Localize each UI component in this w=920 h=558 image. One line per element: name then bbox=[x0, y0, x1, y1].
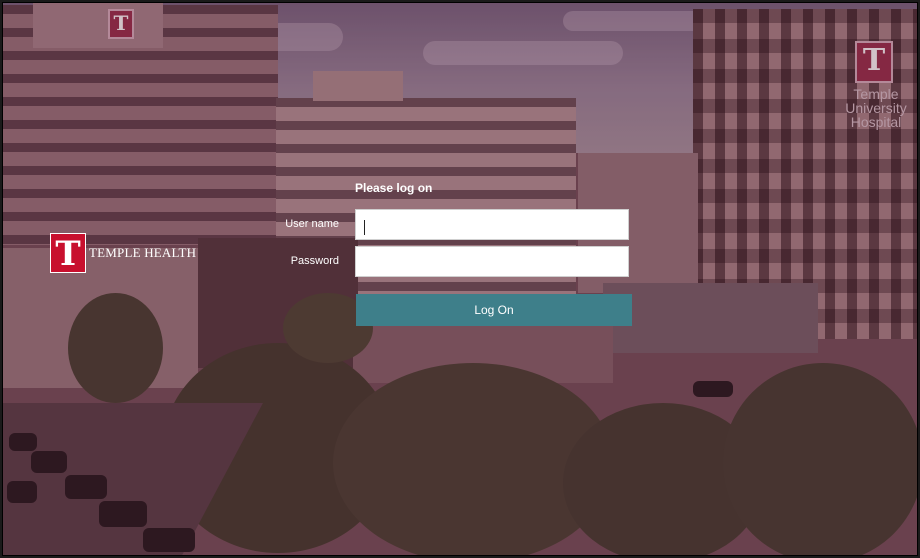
text-caret bbox=[364, 220, 365, 235]
login-title: Please log on bbox=[355, 181, 433, 195]
password-label: Password bbox=[290, 255, 339, 267]
background-tint-overlay bbox=[3, 3, 917, 555]
password-input[interactable] bbox=[355, 246, 629, 277]
login-page: T T Temple University Hospital T TEMPLE … bbox=[2, 2, 918, 556]
brand-name: TEMPLE HEALTH bbox=[89, 245, 197, 260]
username-input[interactable] bbox=[355, 209, 629, 240]
username-label: User name bbox=[285, 218, 339, 230]
brand: T TEMPLE HEALTH bbox=[50, 233, 197, 274]
temple-t-logo-icon: T bbox=[50, 233, 86, 274]
log-on-button[interactable]: Log On bbox=[356, 294, 632, 326]
